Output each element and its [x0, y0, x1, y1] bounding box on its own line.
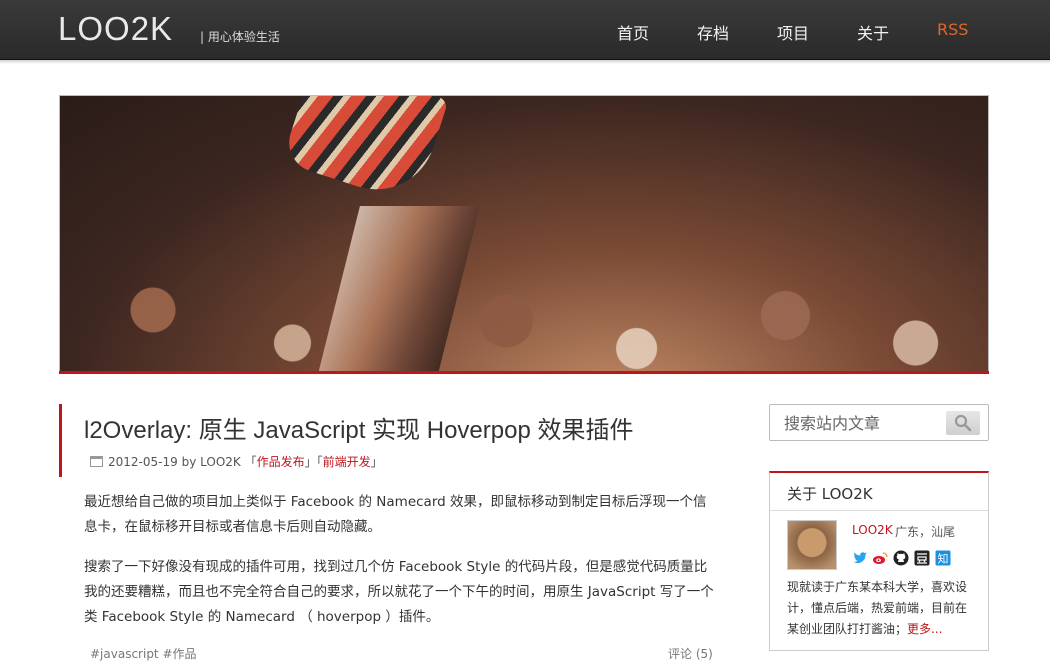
search-box [769, 404, 989, 441]
search-icon [954, 414, 972, 432]
search-button[interactable] [946, 411, 980, 435]
twitter-icon[interactable] [852, 550, 868, 566]
title-accent-bar [59, 404, 62, 477]
category-link-frontend[interactable]: 前端开发 [323, 455, 371, 469]
article-paragraph-2: 搜索了一下好像没有现成的插件可用，找到过几个仿 Facebook Style 的… [84, 559, 714, 625]
github-icon[interactable] [893, 550, 909, 566]
about-text: 现就读于广东某本科大学，喜欢设计，懂点后端，热爱前端，目前在某创业团队打打酱油；… [787, 577, 977, 640]
weibo-icon[interactable] [872, 550, 888, 566]
about-divider [770, 510, 988, 511]
avatar [787, 520, 837, 570]
about-title: 关于 LOO2K [787, 485, 873, 503]
svg-text:知: 知 [938, 552, 949, 566]
about-location: 广东，汕尾 [895, 525, 956, 539]
banner-shoe [281, 96, 449, 205]
nav-rss[interactable]: RSS [937, 20, 968, 39]
nav-archive[interactable]: 存档 [697, 20, 729, 44]
main-nav: 首页 存档 项目 关于 RSS [0, 20, 1050, 44]
header-shadow [0, 60, 1050, 64]
banner-stones [60, 266, 988, 371]
article-tags[interactable]: #javascript #作品 [90, 645, 197, 662]
about-widget: 关于 LOO2K LOO2K 广东，汕尾 知 现就读于广东某本科大学，喜欢设计，… [769, 471, 989, 651]
calendar-icon [90, 456, 103, 467]
category-link-release[interactable]: 作品发布 [257, 455, 305, 469]
article-author: by LOO2K [181, 455, 241, 469]
about-more-link[interactable]: 更多... [907, 622, 942, 636]
banner-accent-line [59, 371, 989, 374]
article-title[interactable]: l2Overlay: 原生 JavaScript 实现 Hoverpop 效果插… [84, 410, 633, 445]
about-name[interactable]: LOO2K [852, 523, 893, 537]
article-meta: 2012-05-19 by LOO2K 「作品发布」「前端开发」 [90, 453, 383, 470]
nav-projects[interactable]: 项目 [777, 20, 809, 44]
article-paragraph-1: 最近想给自己做的项目加上类似于 Facebook 的 Namecard 效果，即… [84, 494, 707, 535]
zhihu-icon[interactable]: 知 [935, 550, 951, 566]
banner-image [59, 95, 989, 372]
nav-home[interactable]: 首页 [617, 20, 649, 44]
article-date: 2012-05-19 [108, 455, 178, 469]
article-comments-link[interactable]: 评论 (5) [668, 645, 713, 662]
douban-icon[interactable] [914, 550, 930, 566]
nav-about[interactable]: 关于 [857, 20, 889, 44]
search-input[interactable] [784, 412, 944, 434]
site-header: LOO2K | 用心体验生活 首页 存档 项目 关于 RSS [0, 0, 1050, 60]
